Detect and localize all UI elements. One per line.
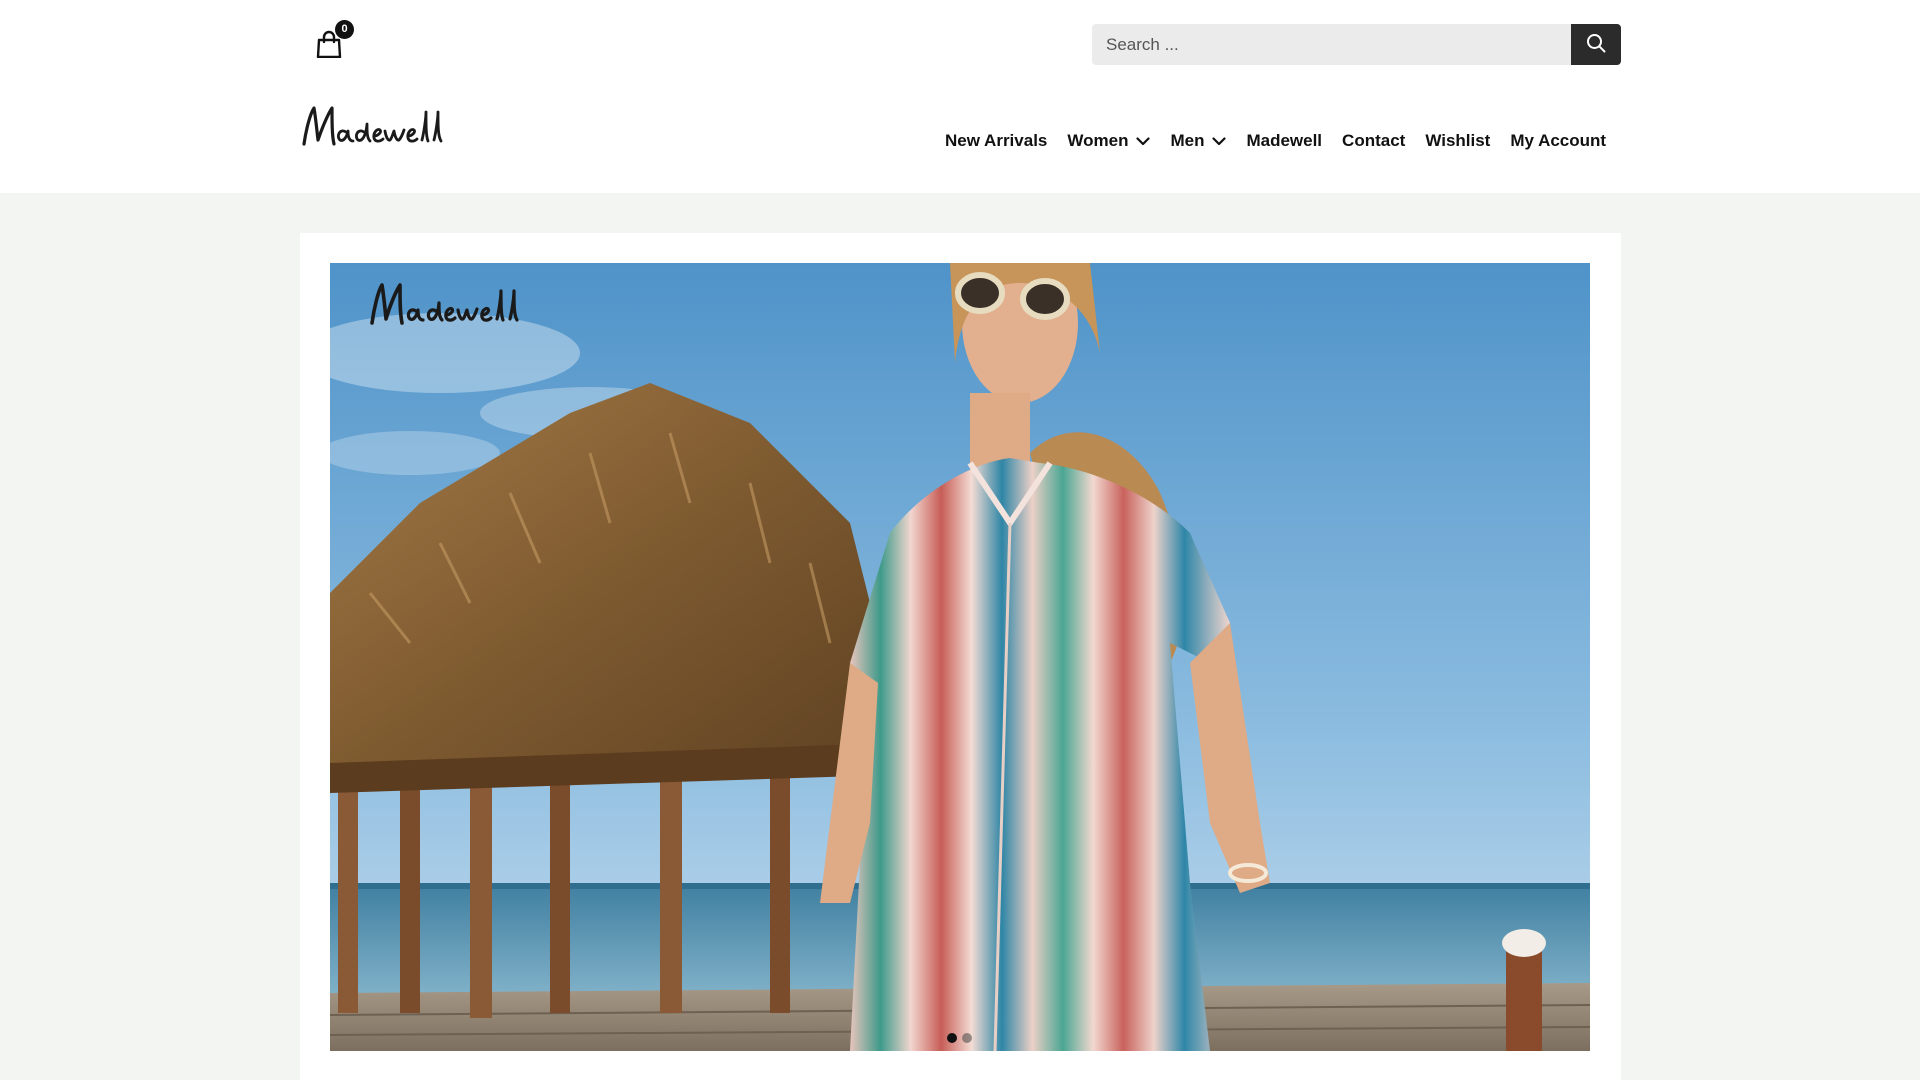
nav-label: New Arrivals — [945, 131, 1048, 150]
search-form — [1092, 24, 1621, 65]
nav-men[interactable]: Men — [1170, 131, 1227, 151]
search-icon — [1586, 33, 1606, 56]
nav-women[interactable]: Women — [1067, 131, 1151, 151]
nav-new-arrivals[interactable]: New Arrivals — [945, 131, 1047, 151]
nav-label: Contact — [1342, 131, 1406, 150]
chevron-down-icon — [1136, 136, 1151, 145]
search-button[interactable] — [1571, 24, 1621, 65]
nav-contact[interactable]: Contact — [1342, 131, 1405, 151]
hero-slider[interactable] — [330, 263, 1590, 1051]
hero-image — [330, 263, 1590, 1051]
cart-count-badge: 0 — [335, 20, 354, 39]
slider-pagination — [947, 1033, 977, 1043]
nav-wishlist[interactable]: Wishlist — [1425, 131, 1490, 151]
nav-label: Women — [1067, 131, 1129, 150]
site-header: 0 New Arrivals Women Me — [0, 0, 1920, 193]
nav-label: Wishlist — [1425, 131, 1491, 150]
nav-label: My Account — [1510, 131, 1607, 150]
slider-dot-2[interactable] — [962, 1033, 972, 1043]
nav-madewell[interactable]: Madewell — [1246, 131, 1322, 151]
nav-my-account[interactable]: My Account — [1510, 131, 1606, 151]
nav-label: Men — [1170, 131, 1205, 150]
main-nav: New Arrivals Women Men Madewell Contact … — [945, 128, 1606, 154]
chevron-down-icon — [1212, 136, 1227, 145]
search-input[interactable] — [1092, 24, 1571, 65]
slider-dot-1[interactable] — [947, 1033, 957, 1043]
nav-label: Madewell — [1246, 131, 1323, 150]
site-logo[interactable] — [300, 100, 484, 158]
hero-brand-logo — [366, 275, 576, 337]
